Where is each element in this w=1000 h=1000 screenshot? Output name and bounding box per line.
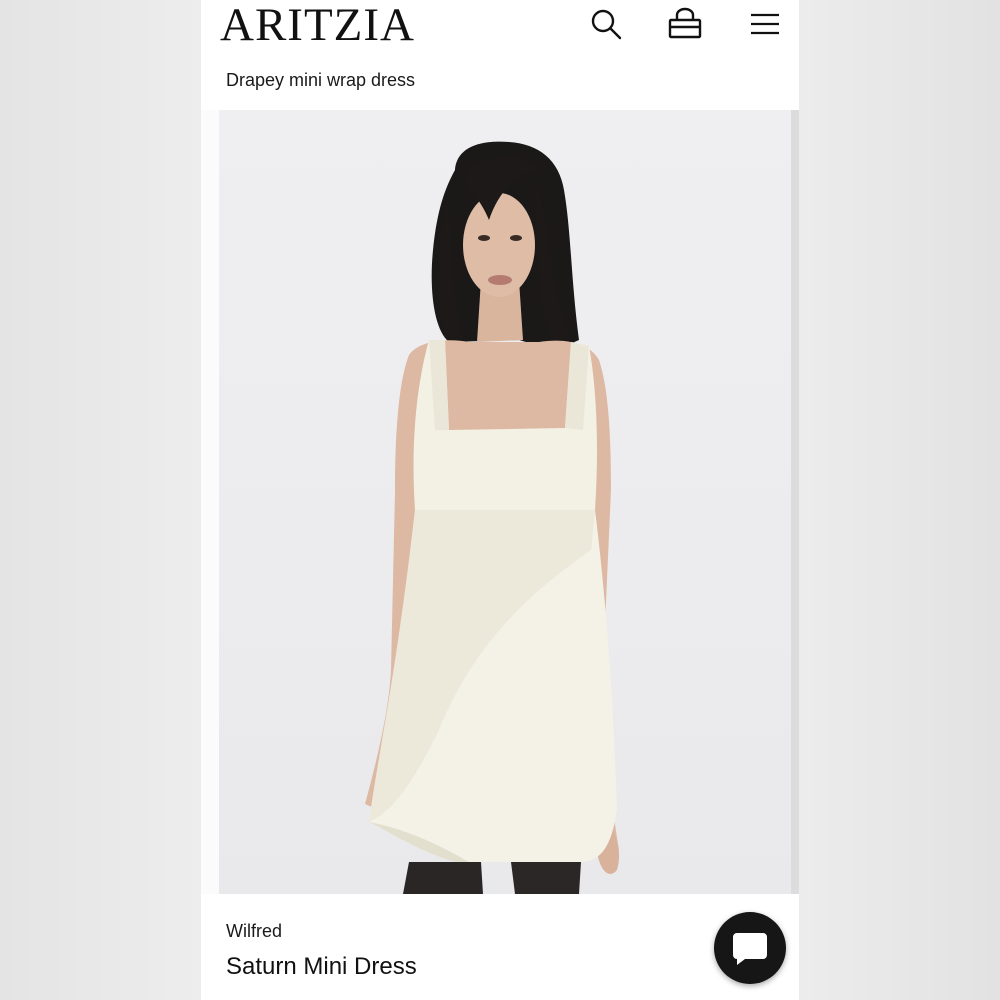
shopping-bag-icon[interactable] xyxy=(667,6,703,42)
menu-icon[interactable] xyxy=(747,6,783,42)
image-edge-left xyxy=(201,110,219,894)
product-subtitle: Drapey mini wrap dress xyxy=(226,70,416,90)
chat-bubble-icon xyxy=(733,933,767,965)
search-icon[interactable] xyxy=(588,6,624,42)
site-header: ARITZIA Drapey mini wrap dress xyxy=(201,0,799,110)
aritzia-logo[interactable]: ARITZIA xyxy=(220,0,415,50)
product-brand[interactable]: Wilfred xyxy=(226,921,282,942)
image-edge-right xyxy=(791,110,799,894)
model-illustration xyxy=(365,141,620,894)
chat-button[interactable] xyxy=(714,912,786,984)
product-image[interactable] xyxy=(219,110,791,894)
mobile-page: ARITZIA Drapey mini wrap dress Wilfred S… xyxy=(201,0,799,1000)
product-name: Saturn Mini Dress xyxy=(226,953,417,980)
